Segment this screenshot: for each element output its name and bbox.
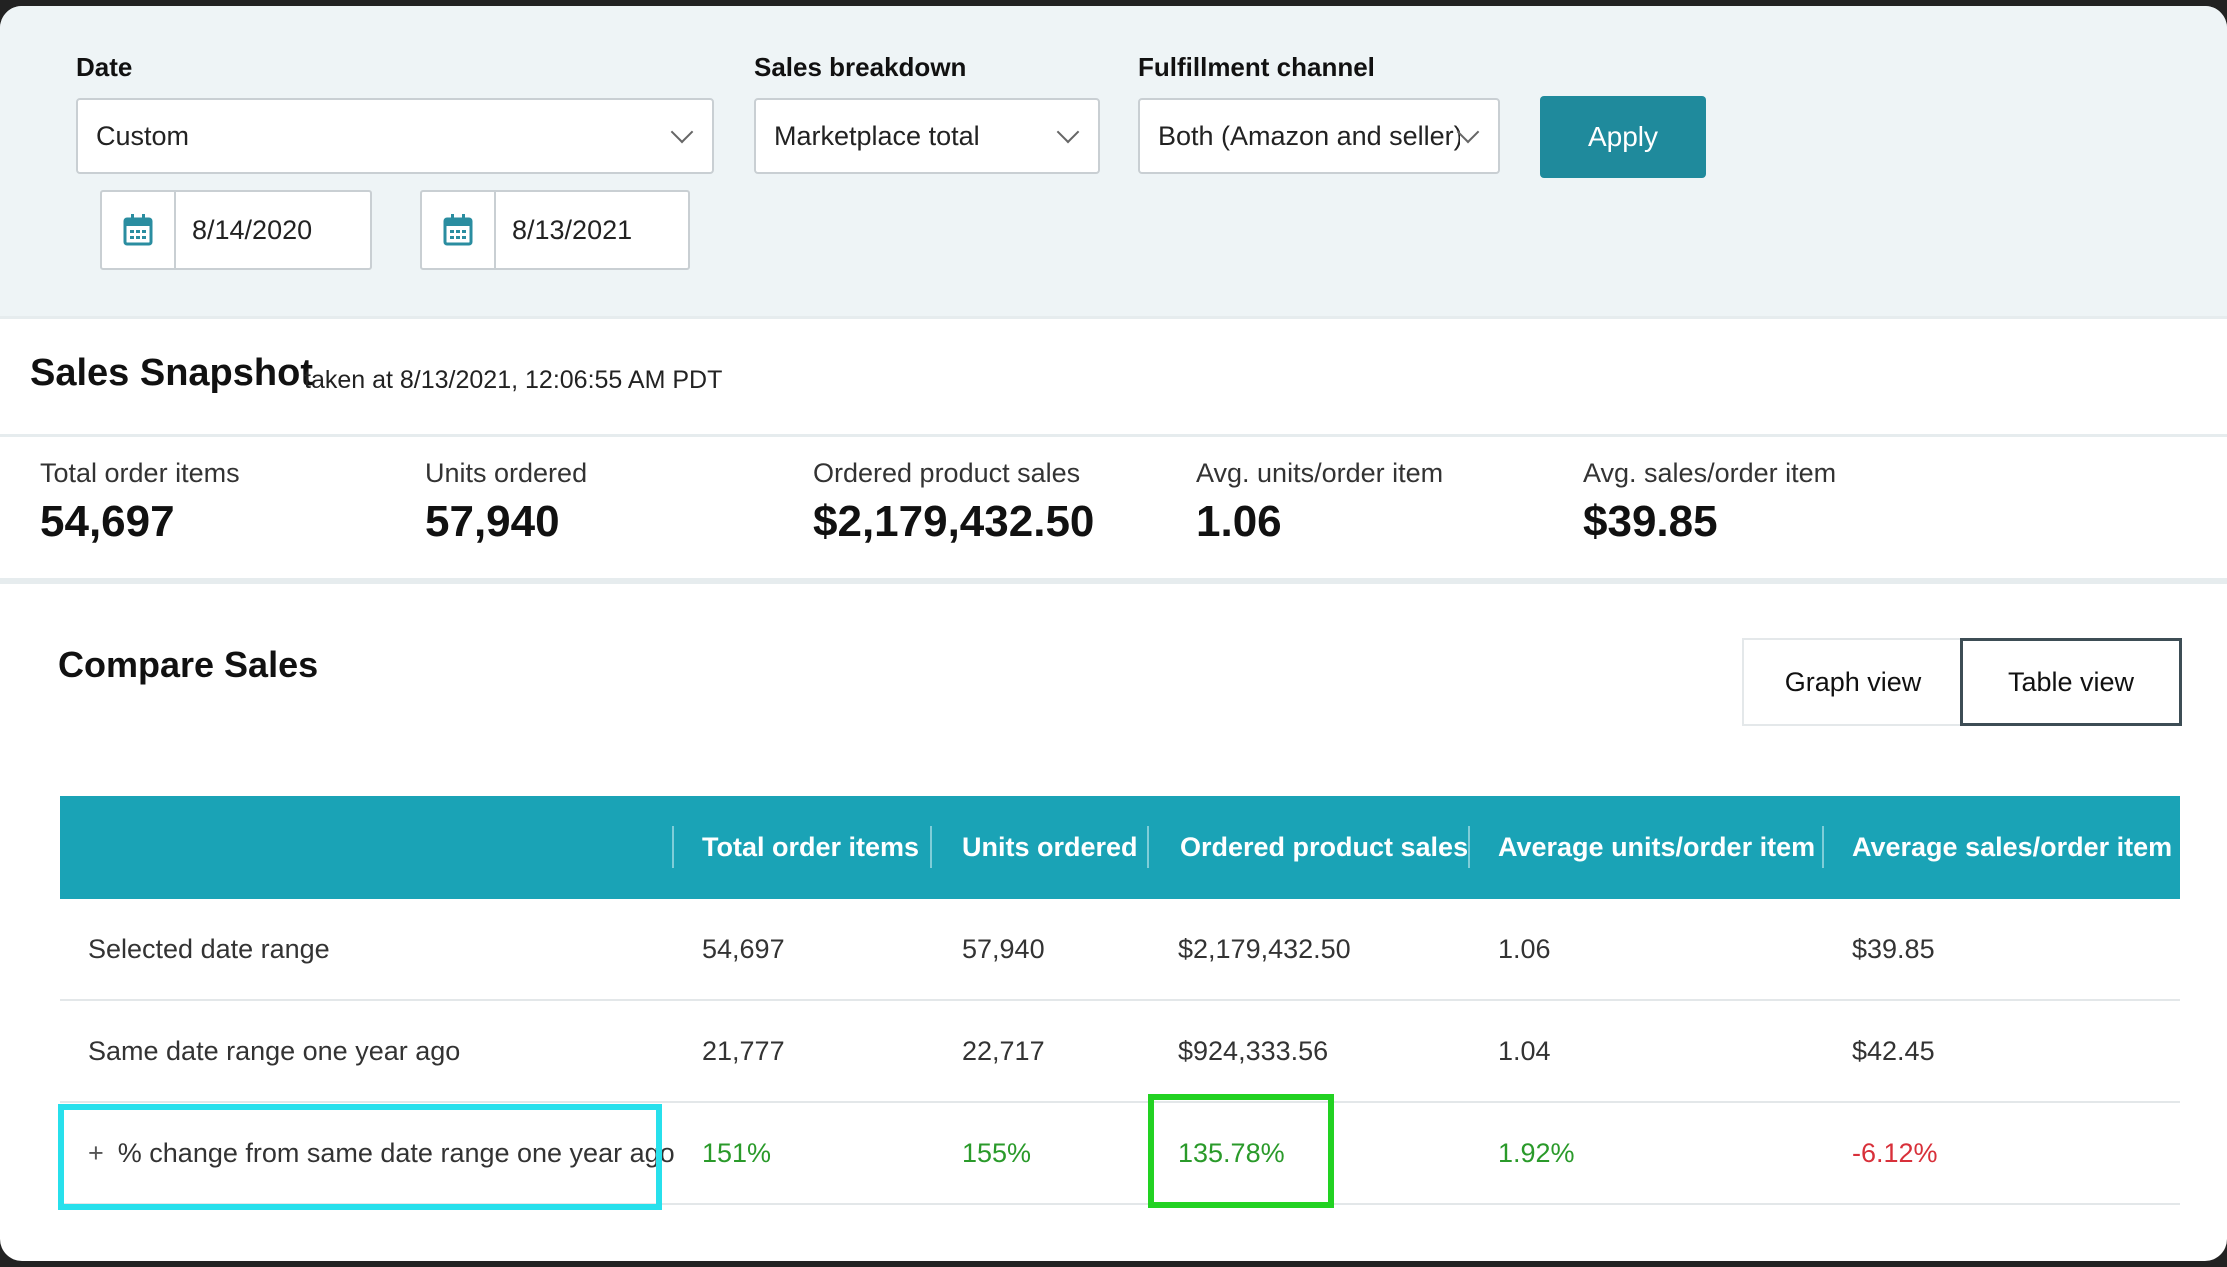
date-label: Date: [76, 52, 133, 82]
table-view-button[interactable]: Table view: [1960, 638, 2182, 726]
metric-units-ordered: Units ordered 57,940: [425, 458, 587, 547]
table-header: Total order items Units ordered Ordered …: [60, 796, 2180, 899]
row-label: Selected date range: [88, 933, 330, 964]
sales-snapshot-title: Sales Snapshot: [30, 352, 313, 394]
app-frame: Date Custom 8/14/2020 8/13/2021 Sales br…: [0, 6, 2227, 1261]
end-date-field[interactable]: 8/13/2021: [420, 190, 690, 270]
table-cell: $39.85: [1852, 933, 1935, 964]
table-cell: 155%: [962, 1137, 1032, 1168]
graph-view-button[interactable]: Graph view: [1742, 638, 1964, 726]
col-header-average-sales-order-item[interactable]: Average sales/order item: [1852, 796, 2172, 899]
table-cell: -6.12%: [1852, 1137, 1938, 1168]
metric-label: Units ordered: [425, 458, 588, 488]
divider: [0, 578, 2227, 584]
snapshot-timestamp: taken at 8/13/2021, 12:06:55 AM PDT: [304, 366, 723, 394]
table-cell: $2,179,432.50: [1178, 933, 1351, 964]
metric-label: Avg. sales/order item: [1583, 458, 1837, 488]
metric-value: 54,697: [40, 497, 175, 546]
metric-avg-units-order-item: Avg. units/order item 1.06: [1196, 458, 1443, 547]
table-row-same-range-last-year: Same date range one year ago 21,777 22,7…: [60, 1001, 2180, 1103]
metric-avg-sales-order-item: Avg. sales/order item $39.85: [1583, 458, 1836, 547]
metric-ordered-product-sales: Ordered product sales $2,179,432.50: [813, 458, 1094, 547]
fulfillment-channel-value: Both (Amazon and seller): [1158, 120, 1460, 151]
table-cell: 1.92%: [1498, 1137, 1575, 1168]
chevron-down-icon: [1456, 120, 1480, 144]
date-select-value: Custom: [96, 120, 190, 151]
calendar-icon[interactable]: [102, 192, 176, 268]
table-cell: 54,697: [702, 933, 785, 964]
table-row-selected-date-range: Selected date range 54,697 57,940 $2,179…: [60, 899, 2180, 1001]
start-date-field[interactable]: 8/14/2020: [100, 190, 372, 270]
column-separator: [1468, 826, 1470, 868]
highlight-box-cyan: [58, 1104, 662, 1210]
table-cell: 151%: [702, 1137, 772, 1168]
table-cell: $924,333.56: [1178, 1035, 1329, 1066]
metric-total-order-items: Total order items 54,697: [40, 458, 240, 547]
sales-breakdown-label: Sales breakdown: [754, 52, 967, 82]
metric-value: $39.85: [1583, 497, 1718, 546]
start-date-value: 8/14/2020: [192, 214, 313, 245]
filter-panel: Date Custom 8/14/2020 8/13/2021 Sales br…: [0, 6, 2227, 316]
col-header-average-units-order-item[interactable]: Average units/order item: [1498, 796, 1815, 899]
table-cell: 22,717: [962, 1035, 1045, 1066]
col-header-units-ordered[interactable]: Units ordered: [962, 796, 1138, 899]
row-label: Same date range one year ago: [88, 1035, 461, 1066]
metric-value: 1.06: [1196, 497, 1282, 546]
metric-label: Total order items: [40, 458, 240, 488]
metric-label: Avg. units/order item: [1196, 458, 1444, 488]
divider: [0, 434, 2227, 437]
calendar-icon[interactable]: [422, 192, 496, 268]
table-cell: $42.45: [1852, 1035, 1935, 1066]
column-separator: [1147, 826, 1149, 868]
column-separator: [930, 826, 932, 868]
col-header-total-order-items[interactable]: Total order items: [702, 796, 919, 899]
table-cell: 1.06: [1498, 933, 1551, 964]
table-cell: 1.04: [1498, 1035, 1551, 1066]
table-cell: 21,777: [702, 1035, 785, 1066]
metric-value: $2,179,432.50: [813, 497, 1095, 546]
table-cell: 57,940: [962, 933, 1045, 964]
fulfillment-channel-select[interactable]: Both (Amazon and seller): [1138, 98, 1500, 174]
compare-sales-title: Compare Sales: [58, 644, 319, 685]
apply-button[interactable]: Apply: [1540, 96, 1706, 178]
column-separator: [672, 826, 674, 868]
chevron-down-icon: [1056, 120, 1080, 144]
column-separator: [1822, 826, 1824, 868]
end-date-value: 8/13/2021: [512, 214, 633, 245]
fulfillment-channel-label: Fulfillment channel: [1138, 52, 1375, 82]
col-header-ordered-product-sales[interactable]: Ordered product sales: [1180, 796, 1468, 899]
sales-breakdown-value: Marketplace total: [774, 120, 980, 151]
metric-label: Ordered product sales: [813, 458, 1081, 488]
date-select[interactable]: Custom: [76, 98, 714, 174]
divider: [0, 316, 2227, 319]
highlight-box-green: [1148, 1094, 1334, 1208]
chevron-down-icon: [670, 120, 694, 144]
sales-breakdown-select[interactable]: Marketplace total: [754, 98, 1100, 174]
metric-value: 57,940: [425, 497, 560, 546]
